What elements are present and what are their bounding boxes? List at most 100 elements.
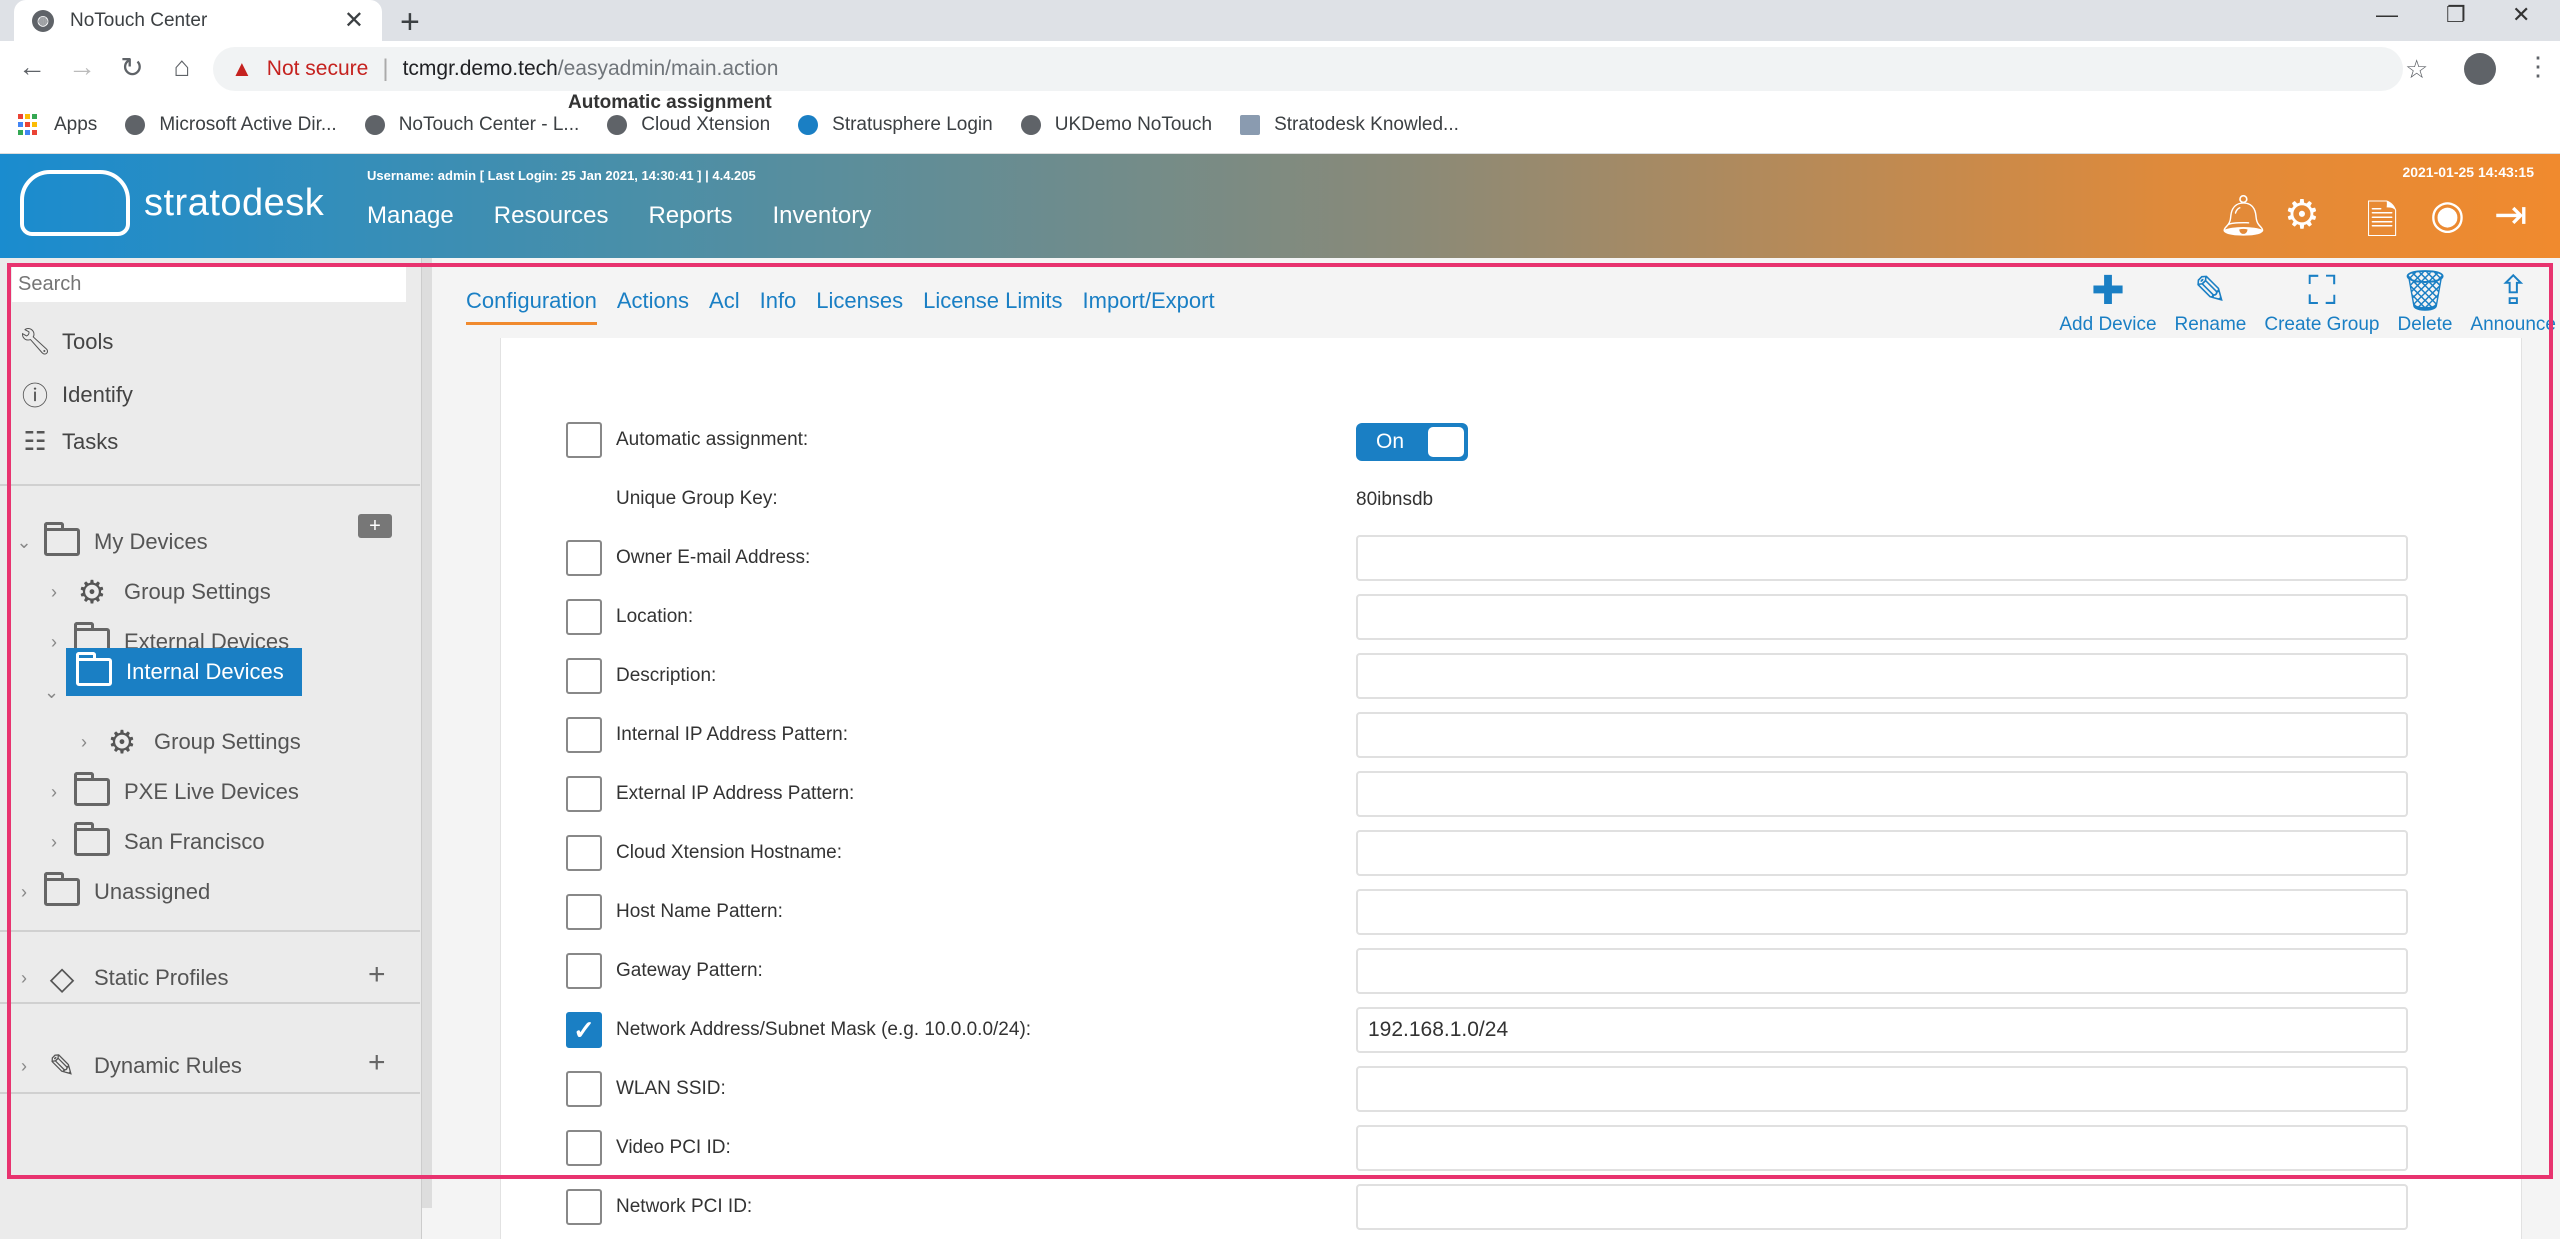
gateway-pattern-input[interactable]	[1356, 948, 2408, 994]
checkbox[interactable]	[566, 540, 602, 576]
tree-node-unassigned[interactable]: › Unassigned	[14, 872, 210, 912]
automatic-assignment-toggle[interactable]: On	[1356, 423, 1468, 461]
chevron-right-icon[interactable]: ›	[44, 632, 64, 653]
nav-resources[interactable]: Resources	[494, 202, 609, 230]
external-ip-pattern-input[interactable]	[1356, 771, 2408, 817]
document-icon[interactable]: 🗎	[2366, 192, 2398, 260]
checkbox-checked[interactable]: ✓	[566, 1012, 602, 1048]
owner-email-input[interactable]	[1356, 535, 2408, 581]
bookmark-item[interactable]: NoTouch Center - L...	[364, 114, 579, 136]
checkbox[interactable]	[566, 1130, 602, 1166]
checkbox[interactable]	[566, 835, 602, 871]
bookmark-star-icon[interactable]: ☆	[2405, 54, 2428, 85]
chevron-right-icon[interactable]: ›	[14, 1056, 34, 1077]
checkbox[interactable]	[566, 717, 602, 753]
checkbox[interactable]	[566, 776, 602, 812]
checkbox[interactable]	[566, 599, 602, 635]
bookmark-item[interactable]: Stratusphere Login	[798, 114, 993, 136]
checkbox[interactable]	[566, 422, 602, 458]
location-input[interactable]	[1356, 594, 2408, 640]
chevron-right-icon[interactable]: ›	[74, 732, 94, 753]
network-pci-id-input[interactable]	[1356, 1184, 2408, 1230]
sidebar-tool-tools[interactable]: 🔧︎ Tools	[18, 326, 113, 357]
checkbox[interactable]	[566, 953, 602, 989]
announce-button[interactable]: ⇪ Announce	[2470, 268, 2556, 336]
minimize-icon[interactable]: —	[2376, 2, 2398, 28]
add-dynamic-rule-button[interactable]: +	[368, 1046, 386, 1080]
reload-icon[interactable]: ↻	[114, 51, 150, 84]
tab-configuration[interactable]: Configuration	[466, 288, 597, 325]
restore-icon[interactable]: ❐	[2446, 2, 2466, 28]
chevron-down-icon[interactable]: ⌄	[14, 532, 34, 553]
nav-inventory[interactable]: Inventory	[773, 202, 872, 230]
new-tab-button[interactable]: +	[400, 3, 420, 42]
cloud-xtension-hostname-input[interactable]	[1356, 830, 2408, 876]
back-icon[interactable]: ←	[14, 51, 50, 83]
sidebar-tool-tasks[interactable]: ☷ Tasks	[18, 426, 118, 457]
stratodesk-logo[interactable]: stratodesk	[20, 170, 324, 236]
video-pci-id-input[interactable]	[1356, 1125, 2408, 1171]
description-input[interactable]	[1356, 653, 2408, 699]
chevron-down-icon[interactable]: ⌄	[44, 682, 59, 703]
bell-icon[interactable]: 🔔︎	[2218, 192, 2269, 239]
bookmark-item[interactable]: Stratodesk Knowled...	[1240, 114, 1459, 136]
checkbox[interactable]	[566, 894, 602, 930]
tree-node-pxe-live-devices[interactable]: › PXE Live Devices	[44, 772, 299, 812]
tree-node-group-settings-child[interactable]: › ⚙ Group Settings	[74, 722, 301, 762]
create-group-button[interactable]: ⛶ Create Group	[2264, 268, 2379, 336]
browser-tab[interactable]: ◍ NoTouch Center ✕	[14, 0, 382, 41]
chevron-right-icon[interactable]: ›	[44, 582, 64, 603]
delete-button[interactable]: 🗑︎ Delete	[2398, 268, 2453, 336]
chevron-right-icon[interactable]: ›	[44, 832, 64, 853]
tree-node-group-settings[interactable]: › ⚙ Group Settings	[44, 572, 271, 612]
tab-import-export[interactable]: Import/Export	[1083, 288, 1215, 325]
profile-avatar-icon[interactable]	[2464, 53, 2496, 85]
internal-ip-pattern-input[interactable]	[1356, 712, 2408, 758]
bookmark-item[interactable]: Microsoft Active Dir...	[125, 114, 337, 136]
close-tab-icon[interactable]: ✕	[344, 6, 364, 35]
add-folder-icon[interactable]: +	[358, 514, 392, 538]
host-name-pattern-input[interactable]	[1356, 889, 2408, 935]
browser-menu-icon[interactable]: ⋮	[2525, 51, 2551, 82]
sidebar-search-input[interactable]	[12, 266, 406, 302]
rename-button[interactable]: ✎ Rename	[2175, 268, 2247, 336]
nav-manage[interactable]: Manage	[367, 202, 454, 230]
checkbox[interactable]	[566, 658, 602, 694]
gears-icon[interactable]: ⚙	[2284, 192, 2320, 238]
chevron-right-icon[interactable]: ›	[14, 968, 34, 989]
checkbox[interactable]	[566, 1189, 602, 1225]
home-icon[interactable]: ⌂	[164, 51, 200, 83]
section-static-profiles[interactable]: › ◇ Static Profiles	[14, 958, 229, 998]
sidebar-scrollbar[interactable]	[422, 258, 432, 1208]
chevron-right-icon[interactable]: ›	[14, 882, 34, 903]
share-icon: ⇪	[2496, 269, 2530, 313]
wlan-ssid-input[interactable]	[1356, 1066, 2408, 1112]
sidebar-tool-identify[interactable]: ⓘ Identify	[18, 376, 133, 413]
tree-chevron-internal[interactable]: ⌄	[44, 672, 64, 712]
tree-node-my-devices[interactable]: ⌄ My Devices	[14, 522, 208, 562]
close-window-icon[interactable]: ✕	[2512, 2, 2530, 28]
sidebar-divider	[0, 930, 420, 932]
forward-icon[interactable]: →	[64, 51, 100, 83]
tree-node-san-francisco[interactable]: › San Francisco	[44, 822, 265, 862]
tab-license-limits[interactable]: License Limits	[923, 288, 1062, 325]
tab-acl[interactable]: Acl	[709, 288, 740, 325]
bookmark-item[interactable]: Cloud Xtension	[607, 114, 770, 136]
user-account-icon[interactable]: ◉	[2430, 192, 2465, 238]
tab-actions[interactable]: Actions	[617, 288, 689, 325]
section-dynamic-rules[interactable]: › ✎ Dynamic Rules	[14, 1046, 242, 1086]
url-input[interactable]: ▲ Not secure | tcmgr.demo.tech /easyadmi…	[213, 47, 2403, 91]
add-device-button[interactable]: ✚ Add Device	[2059, 268, 2156, 336]
nav-reports[interactable]: Reports	[648, 202, 732, 230]
bookmark-item[interactable]: UKDemo NoTouch	[1020, 114, 1212, 136]
tab-licenses[interactable]: Licenses	[816, 288, 903, 325]
network-subnet-input[interactable]	[1356, 1007, 2408, 1053]
tree-node-internal-devices[interactable]: Internal Devices	[66, 648, 302, 696]
logout-icon[interactable]: ⇥	[2494, 192, 2528, 238]
tab-info[interactable]: Info	[760, 288, 797, 325]
bookmark-apps[interactable]: Apps	[18, 114, 97, 136]
checkbox[interactable]	[566, 1071, 602, 1107]
chevron-right-icon[interactable]: ›	[44, 782, 64, 803]
folder-icon	[74, 772, 110, 806]
add-static-profile-button[interactable]: +	[368, 958, 386, 992]
